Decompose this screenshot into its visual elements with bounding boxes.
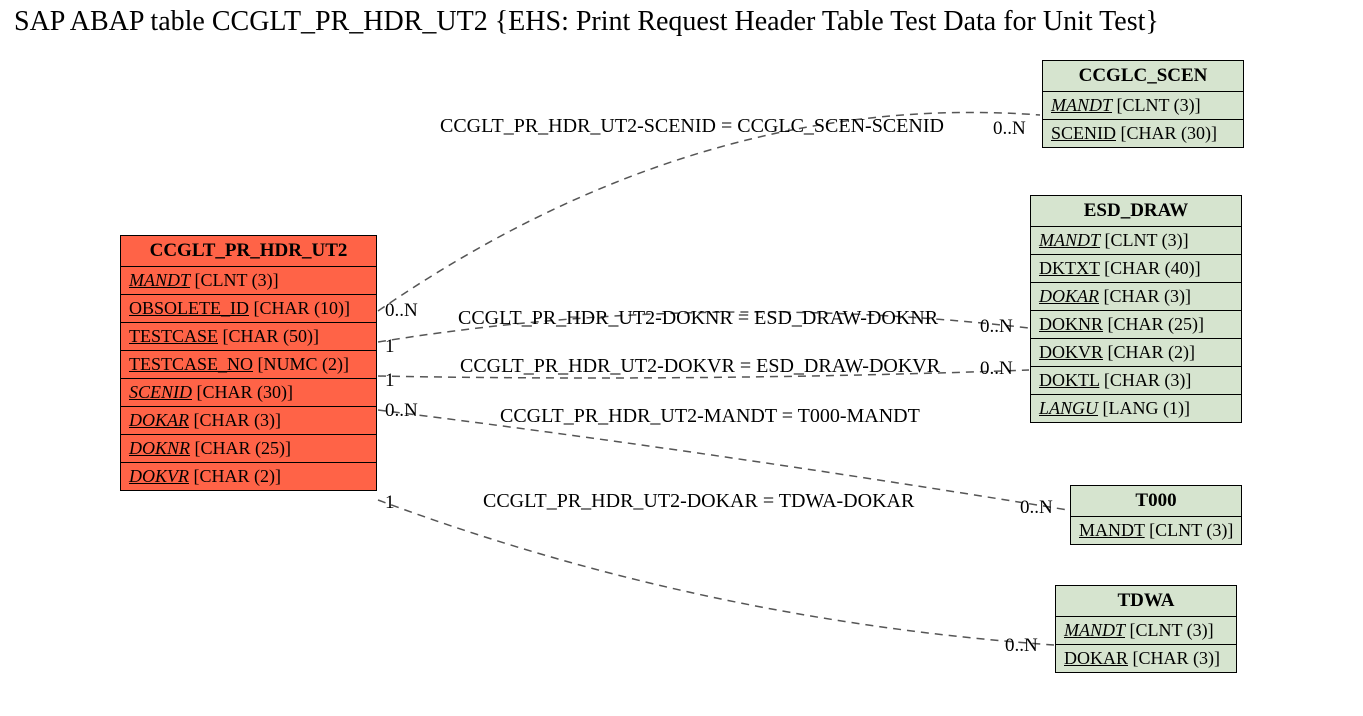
table-row: MANDT [CLNT (3)] <box>1031 227 1241 255</box>
table-ccglc-scen: CCGLC_SCEN MANDT [CLNT (3)]SCENID [CHAR … <box>1042 60 1244 148</box>
field-name: DOKAR <box>1064 648 1128 668</box>
field-type: [CLNT (3)] <box>1145 520 1234 540</box>
table-header: CCGLC_SCEN <box>1043 61 1243 92</box>
table-main: CCGLT_PR_HDR_UT2 MANDT [CLNT (3)]OBSOLET… <box>120 235 377 491</box>
table-header: TDWA <box>1056 586 1236 617</box>
cardinality-right: 0..N <box>1020 497 1053 519</box>
table-row: DOKNR [CHAR (25)] <box>121 435 376 463</box>
table-row: DOKVR [CHAR (2)] <box>1031 339 1241 367</box>
table-row: TESTCASE [CHAR (50)] <box>121 323 376 351</box>
field-type: [CHAR (3)] <box>189 410 281 430</box>
table-row: SCENID [CHAR (30)] <box>1043 120 1243 147</box>
table-row: MANDT [CLNT (3)] <box>121 267 376 295</box>
table-row: LANGU [LANG (1)] <box>1031 395 1241 422</box>
relation-label: CCGLT_PR_HDR_UT2-DOKVR = ESD_DRAW-DOKVR <box>460 355 940 378</box>
field-name: OBSOLETE_ID <box>129 298 249 318</box>
field-type: [CHAR (10)] <box>249 298 350 318</box>
field-name: DOKAR <box>1039 286 1099 306</box>
field-name: DOKNR <box>129 438 190 458</box>
relation-label: CCGLT_PR_HDR_UT2-DOKAR = TDWA-DOKAR <box>483 490 914 513</box>
field-type: [CHAR (30)] <box>1116 123 1217 143</box>
cardinality-right: 0..N <box>980 358 1013 380</box>
field-name: MANDT <box>1079 520 1145 540</box>
field-type: [CLNT (3)] <box>1112 95 1201 115</box>
field-type: [CHAR (30)] <box>192 382 293 402</box>
relation-label: CCGLT_PR_HDR_UT2-DOKNR = ESD_DRAW-DOKNR <box>458 307 938 330</box>
field-type: [CLNT (3)] <box>1125 620 1214 640</box>
field-type: [CLNT (3)] <box>1100 230 1189 250</box>
field-type: [CHAR (3)] <box>1099 286 1191 306</box>
cardinality-right: 0..N <box>993 118 1026 140</box>
cardinality-right: 0..N <box>980 316 1013 338</box>
cardinality-left: 1 <box>385 492 395 514</box>
field-name: DOKVR <box>1039 342 1103 362</box>
field-name: DOKTL <box>1039 370 1099 390</box>
cardinality-left: 0..N <box>385 300 418 322</box>
field-type: [CHAR (3)] <box>1099 370 1191 390</box>
table-row: DOKAR [CHAR (3)] <box>1031 283 1241 311</box>
table-row: OBSOLETE_ID [CHAR (10)] <box>121 295 376 323</box>
relation-label: CCGLT_PR_HDR_UT2-SCENID = CCGLC_SCEN-SCE… <box>440 115 944 138</box>
table-esd-draw: ESD_DRAW MANDT [CLNT (3)]DKTXT [CHAR (40… <box>1030 195 1242 423</box>
field-type: [CHAR (2)] <box>189 466 281 486</box>
cardinality-left: 1 <box>385 336 395 358</box>
table-header: T000 <box>1071 486 1241 517</box>
table-header: ESD_DRAW <box>1031 196 1241 227</box>
field-name: LANGU <box>1039 398 1098 418</box>
table-row: DKTXT [CHAR (40)] <box>1031 255 1241 283</box>
field-name: TESTCASE <box>129 326 218 346</box>
field-name: MANDT <box>1064 620 1125 640</box>
table-row: TESTCASE_NO [NUMC (2)] <box>121 351 376 379</box>
field-name: MANDT <box>129 270 190 290</box>
table-row: DOKNR [CHAR (25)] <box>1031 311 1241 339</box>
table-row: MANDT [CLNT (3)] <box>1056 617 1236 645</box>
field-type: [CHAR (2)] <box>1103 342 1195 362</box>
table-row: DOKAR [CHAR (3)] <box>121 407 376 435</box>
table-tdwa: TDWA MANDT [CLNT (3)]DOKAR [CHAR (3)] <box>1055 585 1237 673</box>
relation-label: CCGLT_PR_HDR_UT2-MANDT = T000-MANDT <box>500 405 920 428</box>
field-name: DKTXT <box>1039 258 1100 278</box>
field-name: DOKNR <box>1039 314 1103 334</box>
field-name: TESTCASE_NO <box>129 354 253 374</box>
field-name: MANDT <box>1051 95 1112 115</box>
table-row: MANDT [CLNT (3)] <box>1043 92 1243 120</box>
table-t000: T000 MANDT [CLNT (3)] <box>1070 485 1242 545</box>
table-row: MANDT [CLNT (3)] <box>1071 517 1241 544</box>
field-name: DOKVR <box>129 466 189 486</box>
table-header: CCGLT_PR_HDR_UT2 <box>121 236 376 267</box>
table-row: DOKAR [CHAR (3)] <box>1056 645 1236 672</box>
field-type: [LANG (1)] <box>1098 398 1190 418</box>
cardinality-left: 0..N <box>385 400 418 422</box>
field-type: [CHAR (40)] <box>1100 258 1201 278</box>
field-name: SCENID <box>129 382 192 402</box>
cardinality-right: 0..N <box>1005 635 1038 657</box>
field-type: [CHAR (3)] <box>1128 648 1220 668</box>
table-row: SCENID [CHAR (30)] <box>121 379 376 407</box>
cardinality-left: 1 <box>385 370 395 392</box>
table-row: DOKTL [CHAR (3)] <box>1031 367 1241 395</box>
field-type: [CHAR (50)] <box>218 326 319 346</box>
field-type: [CLNT (3)] <box>190 270 279 290</box>
field-type: [CHAR (25)] <box>1103 314 1204 334</box>
diagram-canvas: SAP ABAP table CCGLT_PR_HDR_UT2 {EHS: Pr… <box>0 0 1363 716</box>
field-name: MANDT <box>1039 230 1100 250</box>
table-row: DOKVR [CHAR (2)] <box>121 463 376 490</box>
field-name: SCENID <box>1051 123 1116 143</box>
field-name: DOKAR <box>129 410 189 430</box>
field-type: [CHAR (25)] <box>190 438 291 458</box>
field-type: [NUMC (2)] <box>253 354 349 374</box>
